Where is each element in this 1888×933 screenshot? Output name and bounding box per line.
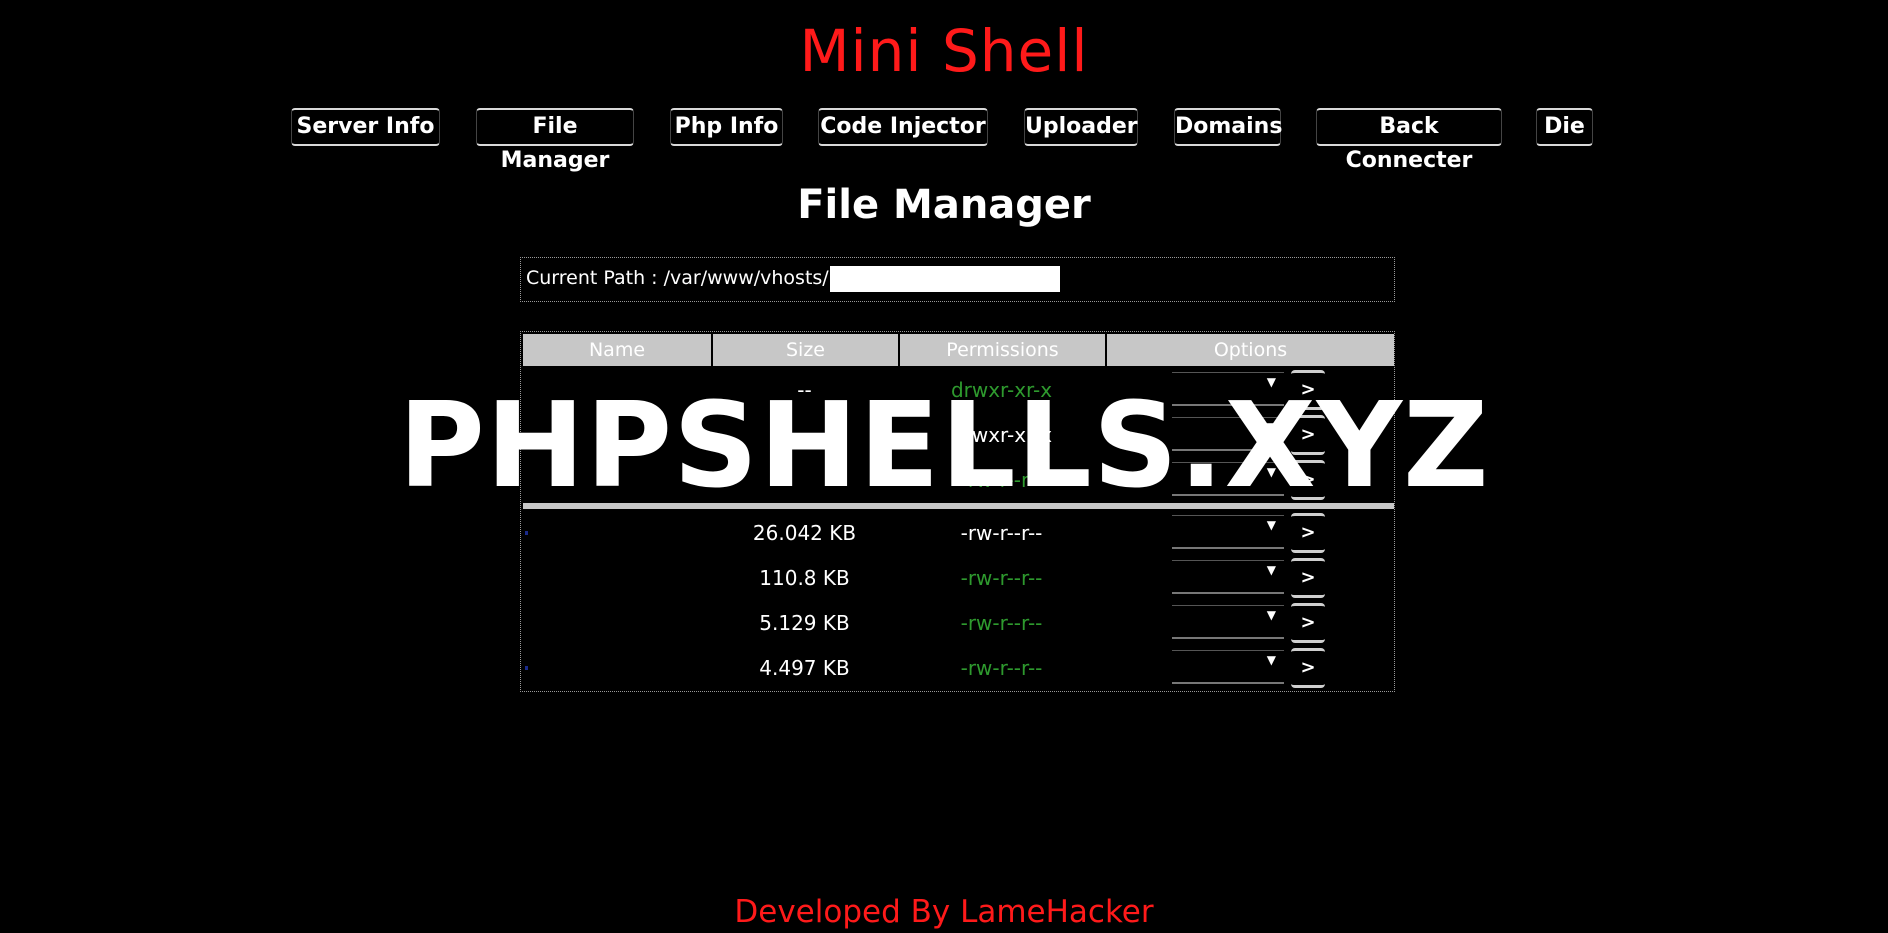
options-select[interactable]: ▼ bbox=[1172, 515, 1284, 549]
page: Mini Shell Server Info File Manager Php … bbox=[0, 0, 1888, 933]
file-size-cell bbox=[711, 458, 898, 503]
nav-back-connecter-button[interactable]: Back Connecter bbox=[1316, 108, 1502, 173]
chevron-down-icon: ▼ bbox=[1266, 563, 1276, 577]
file-permissions-cell[interactable]: -rw-r--r-- bbox=[898, 646, 1105, 691]
go-button[interactable]: > bbox=[1291, 513, 1325, 553]
column-header-options: Options bbox=[1107, 334, 1394, 366]
chevron-down-icon: ▼ bbox=[1266, 608, 1276, 622]
go-button[interactable]: > bbox=[1291, 558, 1325, 598]
nav-domains-button[interactable]: Domains bbox=[1174, 108, 1282, 146]
table-row: 5.129 KB -rw-r--r-- ▼ > bbox=[521, 601, 1392, 646]
options-select[interactable]: ▼ bbox=[1172, 650, 1284, 684]
table-row: 26.042 KB -rw-r--r-- ▼ > bbox=[521, 511, 1392, 556]
chevron-down-icon: ▼ bbox=[1266, 653, 1276, 667]
file-name-cell[interactable] bbox=[521, 601, 711, 646]
chevron-down-icon: ▼ bbox=[1266, 375, 1276, 389]
file-name-cell[interactable] bbox=[521, 458, 711, 503]
file-table: Name Size Permissions Options -- drwxr-x… bbox=[520, 331, 1395, 692]
current-path-label: Current Path : /var/www/vhosts/ bbox=[526, 267, 829, 289]
table-header: Name Size Permissions Options bbox=[523, 334, 1394, 366]
file-name-cell[interactable] bbox=[521, 556, 711, 601]
row-divider bbox=[523, 503, 1394, 509]
go-button[interactable]: > bbox=[1291, 648, 1325, 688]
chevron-down-icon: ▼ bbox=[1266, 465, 1276, 479]
options-select[interactable]: ▼ bbox=[1172, 605, 1284, 639]
chevron-down-icon: ▼ bbox=[1266, 518, 1276, 532]
column-header-permissions: Permissions bbox=[900, 334, 1107, 366]
nav-code-injector-button[interactable]: Code Injector bbox=[818, 108, 988, 146]
column-header-name: Name bbox=[523, 334, 713, 366]
file-permissions-cell[interactable]: drwxr-xr-x bbox=[898, 413, 1105, 458]
current-path-bar: Current Path : /var/www/vhosts/ bbox=[520, 257, 1395, 302]
file-name-cell[interactable] bbox=[521, 511, 711, 556]
options-select[interactable]: ▼ bbox=[1172, 462, 1284, 496]
go-button[interactable]: > bbox=[1291, 415, 1325, 455]
go-button[interactable]: > bbox=[1291, 603, 1325, 643]
file-permissions-cell[interactable]: -rw-r--r-- bbox=[898, 511, 1105, 556]
nav-file-manager-button[interactable]: File Manager bbox=[476, 108, 634, 173]
file-name-cell[interactable] bbox=[521, 413, 711, 458]
nav-die-button[interactable]: Die bbox=[1536, 108, 1593, 146]
options-select[interactable]: ▼ bbox=[1172, 560, 1284, 594]
chevron-down-icon: ▼ bbox=[1266, 420, 1276, 434]
file-name-cell[interactable] bbox=[521, 368, 711, 413]
table-row: drwxr-xr-x ▼ > bbox=[521, 413, 1392, 458]
footer-credit: Developed By LameHacker bbox=[734, 894, 1154, 930]
options-select[interactable]: ▼ bbox=[1172, 417, 1284, 451]
file-permissions-cell[interactable]: -rw-r--r-- bbox=[898, 458, 1105, 503]
table-row: 4.497 KB -rw-r--r-- ▼ > bbox=[521, 646, 1392, 691]
nav-bar: Server Info File Manager Php Info Code I… bbox=[0, 108, 1888, 173]
file-size-cell bbox=[711, 413, 898, 458]
go-button[interactable]: > bbox=[1291, 460, 1325, 500]
file-size-cell: -- bbox=[797, 378, 812, 402]
file-size-cell: 4.497 KB bbox=[759, 656, 850, 680]
go-button[interactable]: > bbox=[1291, 370, 1325, 410]
nav-server-info-button[interactable]: Server Info bbox=[291, 108, 440, 146]
nav-uploader-button[interactable]: Uploader bbox=[1024, 108, 1138, 146]
table-row: 110.8 KB -rw-r--r-- ▼ > bbox=[521, 556, 1392, 601]
file-size-cell: 26.042 KB bbox=[752, 521, 857, 545]
nav-php-info-button[interactable]: Php Info bbox=[670, 108, 783, 146]
file-size-cell: 110.8 KB bbox=[759, 566, 850, 590]
table-row: -- drwxr-xr-x ▼ > bbox=[521, 368, 1392, 413]
table-row: -rw-r--r-- ▼ > bbox=[521, 458, 1392, 503]
column-header-size: Size bbox=[713, 334, 900, 366]
file-name-cell[interactable] bbox=[521, 646, 711, 691]
file-permissions-cell[interactable]: drwxr-xr-x bbox=[898, 368, 1105, 413]
redacted-path-segment bbox=[829, 265, 1060, 292]
file-permissions-cell[interactable]: -rw-r--r-- bbox=[898, 601, 1105, 646]
section-title: File Manager bbox=[797, 182, 1091, 228]
app-title: Mini Shell bbox=[799, 17, 1089, 85]
file-size-cell: 5.129 KB bbox=[759, 611, 850, 635]
file-permissions-cell[interactable]: -rw-r--r-- bbox=[898, 556, 1105, 601]
options-select[interactable]: ▼ bbox=[1172, 372, 1284, 406]
